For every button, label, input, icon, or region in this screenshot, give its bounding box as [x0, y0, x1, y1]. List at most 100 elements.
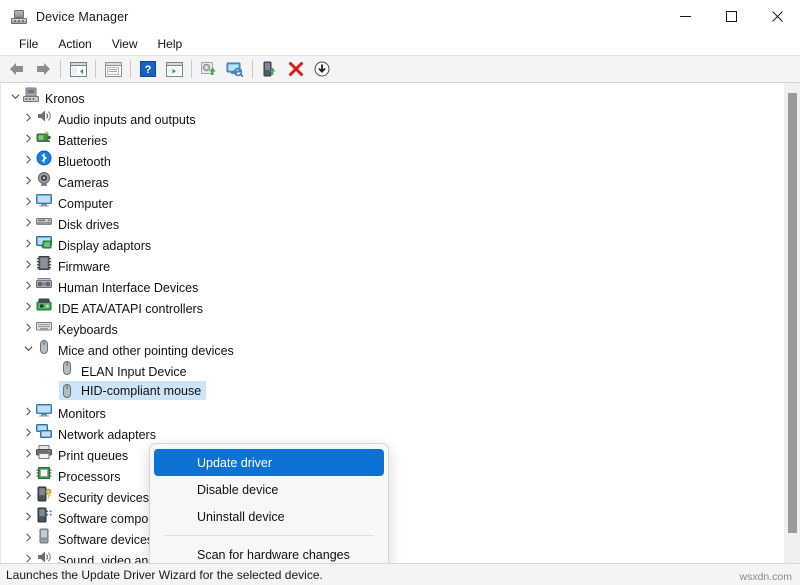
toolbar-separator — [95, 60, 96, 78]
svg-text:?: ? — [145, 64, 152, 76]
speaker-icon — [36, 113, 52, 127]
update-driver-icon[interactable] — [196, 57, 222, 81]
menu-action[interactable]: Action — [48, 35, 101, 54]
chevron-right-icon[interactable] — [20, 254, 36, 275]
tree-node[interactable]: Audio inputs and outputs — [1, 107, 784, 128]
chevron-right-icon[interactable] — [20, 464, 36, 485]
chevron-right-icon[interactable] — [20, 443, 36, 464]
chevron-right-icon[interactable] — [20, 506, 36, 527]
context-menu-item[interactable]: Scan for hardware changes — [154, 541, 384, 563]
tree-node-content: Display adaptors — [36, 234, 151, 254]
menu-file[interactable]: File — [9, 35, 48, 54]
tree-node-content: Batteries — [36, 129, 107, 149]
tree-node-content: HID-compliant mouse — [59, 381, 206, 400]
device-tree[interactable]: KronosAudio inputs and outputs Batteries B… — [1, 83, 784, 563]
tree-node-label: IDE ATA/ATAPI controllers — [58, 302, 203, 316]
view-icon[interactable] — [161, 57, 187, 81]
ide-controller-icon — [36, 302, 52, 316]
tree-node[interactable]: Firmware — [1, 254, 784, 275]
chevron-right-icon[interactable] — [20, 191, 36, 212]
tree-node[interactable]: Display adaptors — [1, 233, 784, 254]
tree-node-label: Batteries — [58, 134, 107, 148]
tree-node[interactable]: Mice and other pointing devices — [1, 338, 784, 359]
chevron-right-icon[interactable] — [20, 527, 36, 548]
properties-icon[interactable] — [100, 57, 126, 81]
tree-node-label: Firmware — [58, 260, 110, 274]
printer-icon — [36, 449, 52, 463]
toolbar-separator — [191, 60, 192, 78]
menu-view[interactable]: View — [102, 35, 148, 54]
tree-indent-spacer — [43, 380, 59, 401]
context-menu-item[interactable]: Uninstall device — [154, 503, 384, 530]
tree-node-content: IDE ATA/ATAPI controllers — [36, 297, 203, 317]
scan-hardware-changes-icon[interactable] — [222, 57, 248, 81]
show-hide-console-tree-icon[interactable] — [65, 57, 91, 81]
tree-node-label: Processors — [58, 470, 121, 484]
chevron-right-icon[interactable] — [20, 485, 36, 506]
menu-help[interactable]: Help — [148, 35, 193, 54]
chevron-down-icon[interactable] — [7, 86, 23, 107]
chevron-right-icon[interactable] — [20, 107, 36, 128]
enable-device-icon[interactable] — [257, 57, 283, 81]
processor-icon — [36, 470, 52, 484]
chevron-right-icon[interactable] — [20, 422, 36, 443]
tree-node-label: ELAN Input Device — [81, 365, 187, 379]
vertical-scrollbar[interactable] — [784, 83, 800, 563]
tree-node[interactable]: Batteries — [1, 128, 784, 149]
chevron-right-icon[interactable] — [20, 317, 36, 338]
status-bar: Launches the Update Driver Wizard for th… — [0, 563, 800, 585]
disk-drive-icon — [36, 218, 52, 232]
tree-node-label: Display adaptors — [58, 239, 151, 253]
tree-node[interactable]: Computer — [1, 191, 784, 212]
status-text: Launches the Update Driver Wizard for th… — [6, 568, 323, 582]
chevron-right-icon[interactable] — [20, 296, 36, 317]
uninstall-device-icon[interactable] — [283, 57, 309, 81]
chevron-right-icon[interactable] — [20, 548, 36, 563]
tree-node[interactable]: Network adapters — [1, 422, 784, 443]
maximize-button[interactable] — [708, 0, 754, 33]
context-menu-item[interactable]: Update driver — [154, 449, 384, 476]
mouse-icon — [36, 344, 52, 358]
tree-node[interactable]: Security devices — [1, 485, 784, 506]
tree-node-label: Security devices — [58, 491, 149, 505]
chevron-right-icon[interactable] — [20, 170, 36, 191]
tree-node[interactable]: Bluetooth — [1, 149, 784, 170]
context-menu[interactable]: Update driverDisable deviceUninstall dev… — [149, 443, 389, 563]
scrollbar-thumb[interactable] — [788, 93, 797, 533]
context-menu-item[interactable]: Disable device — [154, 476, 384, 503]
tree-node[interactable]: Human Interface Devices — [1, 275, 784, 296]
help-icon[interactable]: ? — [135, 57, 161, 81]
forward-icon[interactable] — [30, 57, 56, 81]
chevron-right-icon[interactable] — [20, 149, 36, 170]
tree-node[interactable]: ELAN Input Device — [1, 359, 784, 380]
tree-node[interactable]: Keyboards — [1, 317, 784, 338]
tree-node[interactable]: Software components — [1, 506, 784, 527]
tree-node-label: Bluetooth — [58, 155, 111, 169]
tree-node[interactable]: Processors — [1, 464, 784, 485]
tree-node-content: Mice and other pointing devices — [36, 339, 234, 359]
tree-node[interactable]: IDE ATA/ATAPI controllers — [1, 296, 784, 317]
tree-node[interactable]: Disk drives — [1, 212, 784, 233]
tree-node[interactable]: Sound, video and game controllers — [1, 548, 784, 563]
chevron-right-icon[interactable] — [20, 212, 36, 233]
device-manager-icon — [11, 9, 27, 25]
disable-device-icon[interactable] — [309, 57, 335, 81]
tree-indent-spacer — [43, 359, 59, 380]
tree-node[interactable]: Print queues — [1, 443, 784, 464]
chevron-right-icon[interactable] — [20, 275, 36, 296]
minimize-button[interactable] — [662, 0, 708, 33]
tree-node[interactable]: Software devices — [1, 527, 784, 548]
chevron-right-icon[interactable] — [20, 128, 36, 149]
tree-node[interactable]: Kronos — [1, 86, 784, 107]
tree-node[interactable]: Monitors — [1, 401, 784, 422]
chevron-right-icon[interactable] — [20, 401, 36, 422]
close-button[interactable] — [754, 0, 800, 33]
tree-node[interactable]: HID-compliant mouse — [1, 380, 784, 401]
chevron-down-icon[interactable] — [20, 338, 36, 359]
back-icon[interactable] — [4, 57, 30, 81]
tree-node-label: Cameras — [58, 176, 109, 190]
monitor-icon — [36, 197, 52, 211]
tree-node[interactable]: Cameras — [1, 170, 784, 191]
tree-node-content: Kronos — [23, 87, 85, 107]
chevron-right-icon[interactable] — [20, 233, 36, 254]
